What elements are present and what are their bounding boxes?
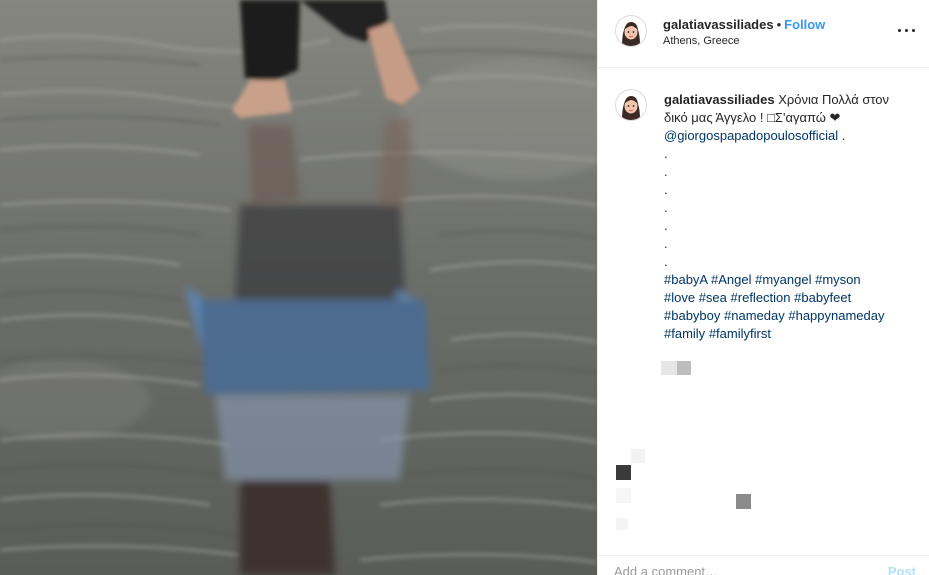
follow-button[interactable]: Follow — [784, 17, 825, 32]
caption-dot: . — [664, 146, 668, 161]
post-header: galatiavassiliades • Follow Athens, Greece — [598, 0, 929, 68]
loading-placeholder — [616, 465, 631, 480]
caption-dot: . — [664, 182, 668, 197]
post-photo[interactable] — [0, 0, 597, 575]
beach-reflection-image — [0, 0, 597, 575]
author-avatar[interactable] — [615, 15, 647, 47]
mention-suffix: . — [838, 128, 846, 143]
caption-mention[interactable]: @giorgospapadopoulosofficial — [664, 128, 838, 143]
caption-dot: . — [664, 164, 668, 179]
more-dot — [898, 29, 901, 32]
loading-placeholder — [631, 449, 645, 463]
more-options-icon[interactable] — [897, 20, 917, 40]
post-location[interactable]: Athens, Greece — [663, 35, 739, 47]
hashtag[interactable]: #family — [664, 326, 705, 341]
hashtag-list: #babyA #Angel #myangel #myson #love #sea… — [664, 271, 916, 343]
add-comment-bar: Add a comment… Post — [598, 555, 929, 575]
header-user-line: galatiavassiliades • Follow — [663, 17, 825, 32]
hashtag[interactable]: #babyboy — [664, 308, 720, 323]
memoji-avatar-icon — [622, 96, 640, 120]
loading-placeholder — [661, 361, 677, 375]
author-username[interactable]: galatiavassiliades — [663, 17, 774, 32]
more-dot — [905, 29, 908, 32]
caption-dot: . — [664, 218, 668, 233]
hashtag[interactable]: #happynameday — [788, 308, 884, 323]
loading-placeholder — [736, 494, 751, 509]
separator-dot: • — [776, 17, 782, 32]
loading-placeholder — [616, 518, 628, 530]
loading-placeholder — [677, 361, 691, 375]
post-caption: galatiavassiliades Χρόνια Πολλά στον δικ… — [664, 91, 916, 343]
hashtag[interactable]: #babyfeet — [794, 290, 851, 305]
hashtag[interactable]: #Angel — [711, 272, 751, 287]
caption-dot: . — [664, 200, 668, 215]
comment-input[interactable]: Add a comment… — [614, 564, 718, 575]
hashtag[interactable]: #babyA — [664, 272, 707, 287]
post-comment-button[interactable]: Post — [888, 564, 916, 575]
caption-avatar[interactable] — [615, 89, 647, 121]
hashtag[interactable]: #love — [664, 290, 695, 305]
post-sidebar: galatiavassiliades • Follow Athens, Greece… — [597, 0, 929, 575]
hashtag[interactable]: #sea — [699, 290, 727, 305]
hashtag[interactable]: #reflection — [731, 290, 791, 305]
hashtag[interactable]: #myson — [815, 272, 861, 287]
caption-dot: . — [664, 254, 668, 269]
caption-username[interactable]: galatiavassiliades — [664, 92, 775, 107]
hashtag[interactable]: #nameday — [724, 308, 785, 323]
loading-placeholder — [616, 488, 631, 503]
memoji-avatar-icon — [622, 22, 640, 46]
hashtag[interactable]: #myangel — [755, 272, 811, 287]
hashtag[interactable]: #familyfirst — [709, 326, 771, 341]
more-dot — [912, 29, 915, 32]
caption-dot: . — [664, 236, 668, 251]
